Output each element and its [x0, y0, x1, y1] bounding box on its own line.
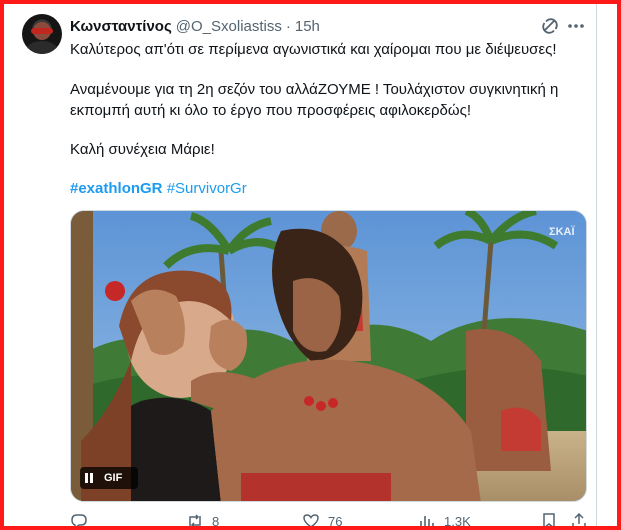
tweet-text-line: Καλύτερος απ'ότι σε περίμενα αγωνιστικά … — [70, 41, 557, 58]
reply-icon — [71, 514, 87, 530]
author-name[interactable]: Κωνσταντίνος — [70, 18, 172, 35]
tweet-text-line: Καλή συνέχεια Μάριε! — [70, 141, 215, 158]
views-icon — [420, 516, 434, 527]
tweet-header: Κωνσταντίνος @O_Sxoliastiss · 15h — [70, 16, 320, 36]
author-handle[interactable]: @O_Sxoliastiss — [176, 18, 282, 35]
retweet-icon — [189, 514, 201, 528]
bookmark-icon — [543, 513, 555, 530]
hashtag-line: #exathlonGR #SurvivorGr — [70, 178, 570, 199]
like-icon — [303, 514, 319, 528]
share-button[interactable] — [570, 512, 588, 530]
media-gif[interactable]: ΣΚΑΪ — [70, 210, 587, 502]
bookmark-button[interactable] — [540, 512, 558, 530]
gif-label: GIF — [104, 472, 123, 484]
like-count: 76 — [328, 513, 343, 529]
hashtag-link[interactable]: #exathlonGR — [70, 180, 163, 197]
views-button[interactable]: 1.3K — [418, 512, 471, 530]
pause-icon[interactable] — [80, 467, 98, 489]
retweet-count: 8 — [212, 513, 220, 529]
avatar[interactable] — [22, 14, 62, 54]
retweet-button[interactable]: 8 — [186, 512, 219, 530]
share-icon — [572, 512, 586, 529]
tweet-actions: 8 76 1.3K — [70, 512, 590, 530]
timeline-divider — [596, 0, 597, 530]
reply-button[interactable] — [70, 512, 96, 530]
more-icon[interactable] — [566, 16, 586, 36]
views-count: 1.3K — [444, 513, 471, 529]
like-button[interactable]: 76 — [302, 512, 342, 530]
timestamp[interactable]: 15h — [295, 18, 320, 35]
grok-icon[interactable] — [540, 16, 560, 36]
gif-badge[interactable]: GIF — [80, 467, 138, 489]
hashtag-link[interactable]: #SurvivorGr — [167, 180, 247, 197]
channel-watermark: ΣΚΑΪ — [549, 225, 575, 238]
separator: · — [285, 17, 291, 35]
tweet-text-line: Αναμένουμε για τη 2η σεζόν του αλλάΖΟΥΜΕ… — [70, 81, 559, 119]
